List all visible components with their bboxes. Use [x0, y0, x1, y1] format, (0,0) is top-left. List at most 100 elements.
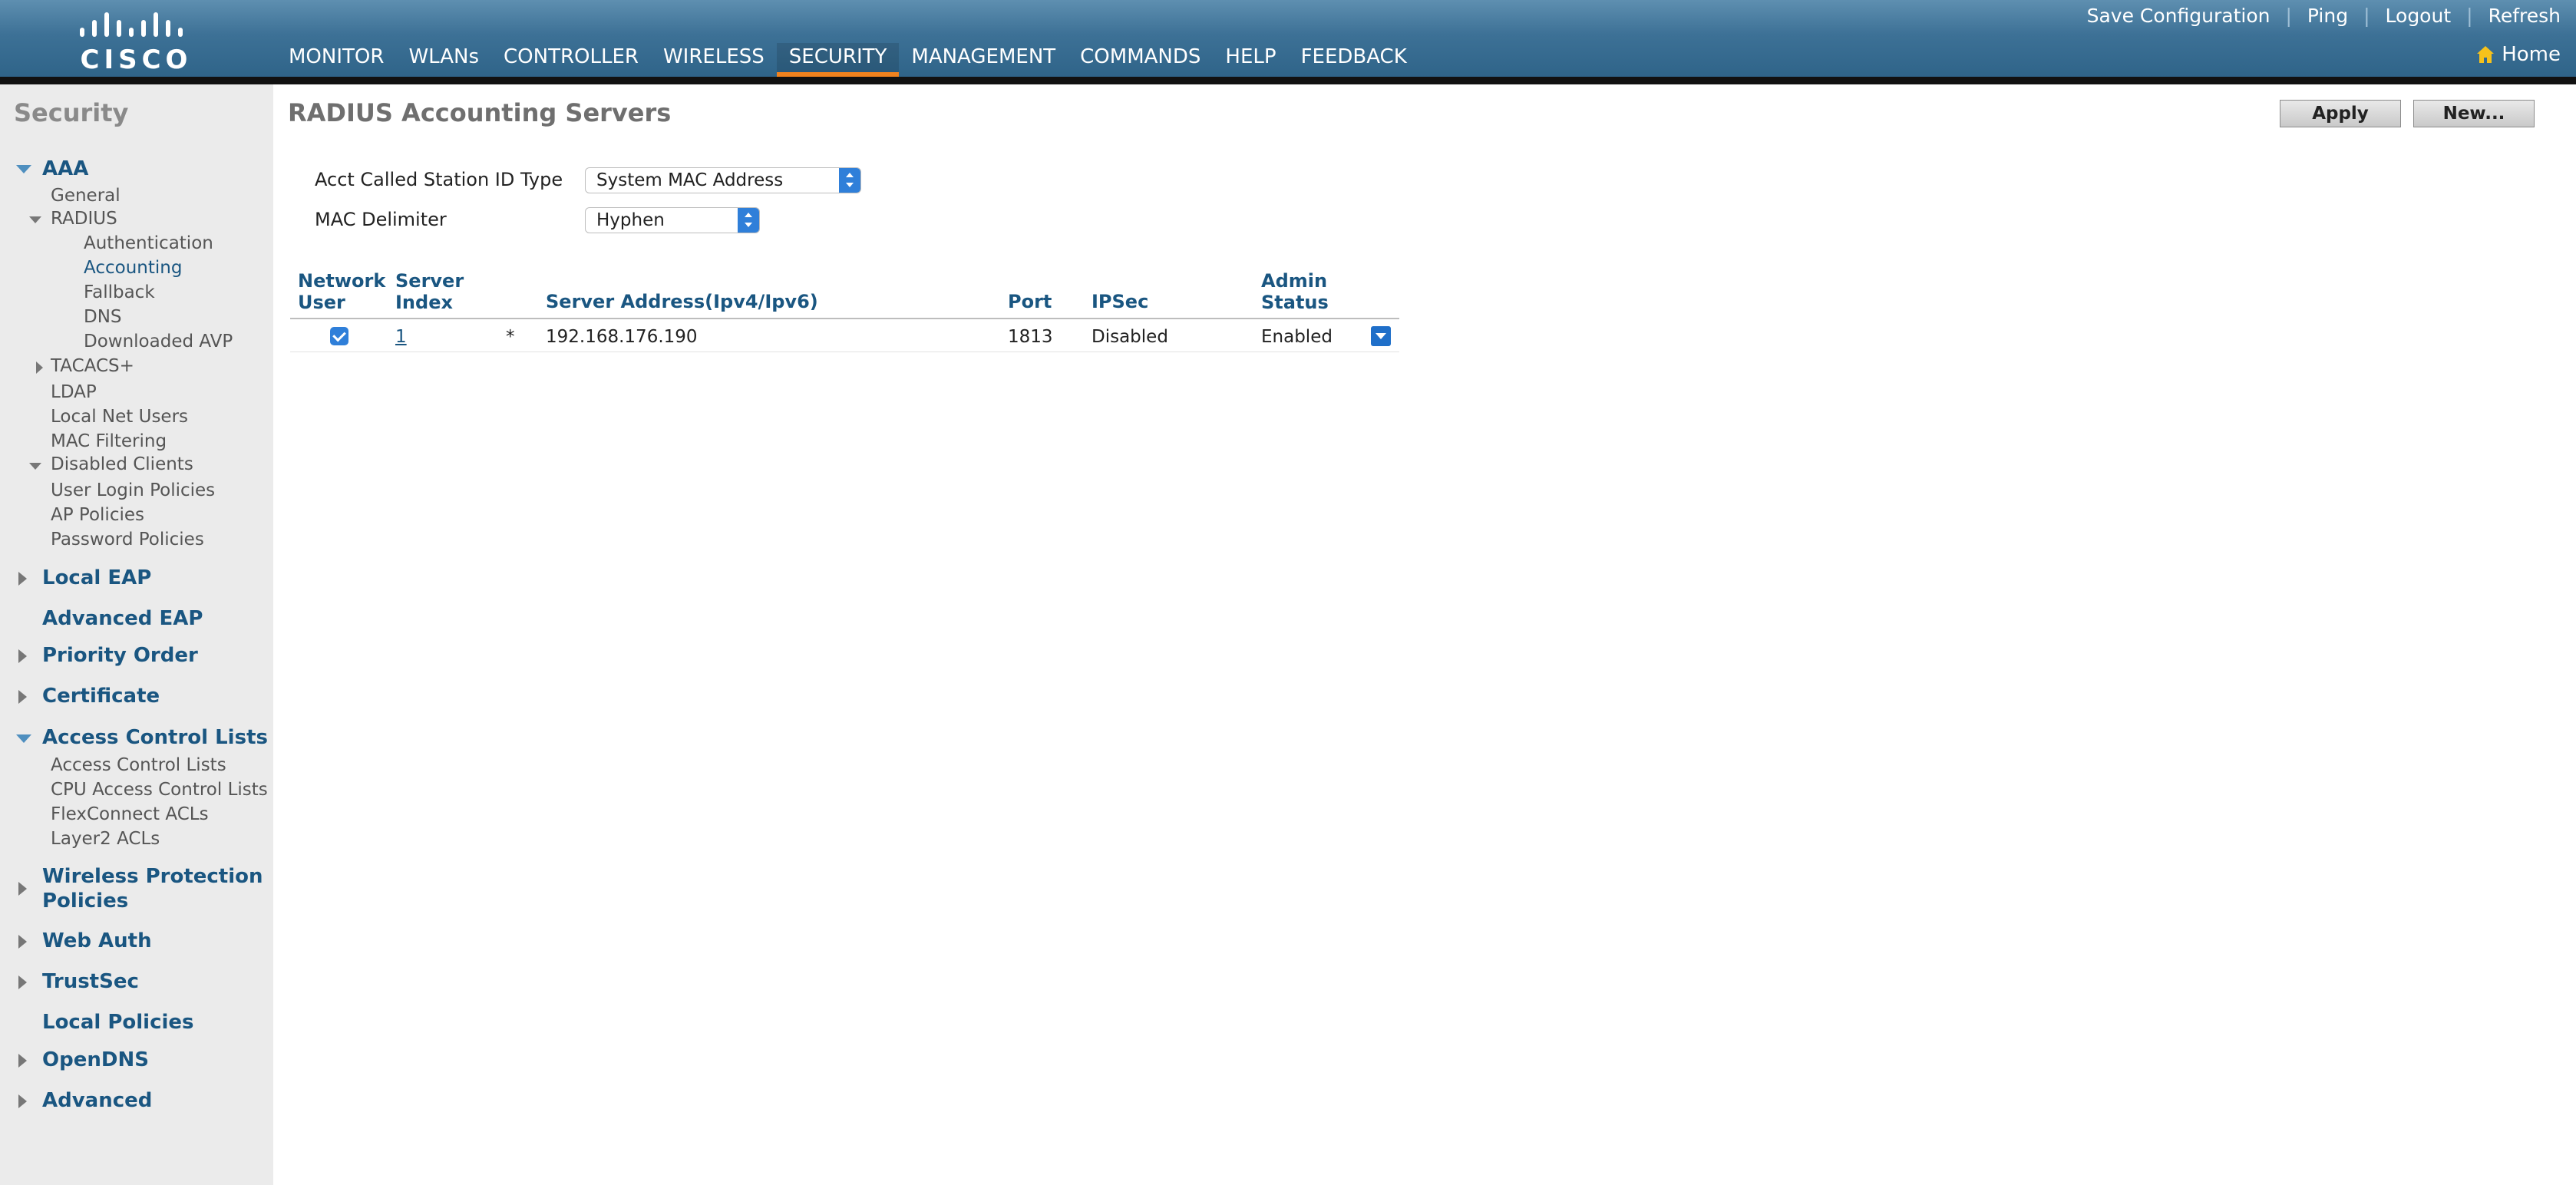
sidebar-item-local-policies[interactable]: Local Policies — [42, 1010, 194, 1035]
sidebar-item-disabled-clients[interactable]: Disabled Clients — [51, 453, 193, 476]
sidebar-item-mac-filtering[interactable]: MAC Filtering — [51, 430, 167, 453]
sidebar-item-ap-policies[interactable]: AP Policies — [51, 503, 144, 526]
expanded-arrow-icon[interactable] — [16, 734, 31, 743]
sidebar-item-password-policies[interactable]: Password Policies — [51, 528, 204, 551]
col-admin-status: Admin Status — [1261, 270, 1329, 313]
expanded-arrow-icon[interactable] — [29, 463, 41, 470]
mac-delimiter-label: MAC Delimiter — [315, 209, 447, 230]
sidebar-item-opendns[interactable]: OpenDNS — [42, 1048, 149, 1072]
col-port: Port — [1008, 291, 1052, 312]
sidebar-item-wireless-protection-policies[interactable]: Wireless Protection Policies — [42, 864, 263, 913]
nav-wireless[interactable]: WIRELESS — [651, 43, 777, 77]
nav-help[interactable]: HELP — [1213, 43, 1288, 77]
server-address-value: 192.168.176.190 — [546, 327, 698, 347]
col-admin-status-line2: Status — [1261, 292, 1329, 313]
collapsed-arrow-icon[interactable] — [18, 975, 27, 989]
sidebar-item-advanced-eap[interactable]: Advanced EAP — [42, 606, 203, 631]
sidebar-item-accounting[interactable]: Accounting — [84, 256, 182, 279]
nav-label: WLANs — [408, 45, 480, 68]
sidebar-item-cpu-acl[interactable]: CPU Access Control Lists — [51, 778, 268, 801]
home-link[interactable]: Home — [2475, 43, 2561, 66]
sidebar-item-flexconnect-acls[interactable]: FlexConnect ACLs — [51, 803, 209, 826]
expanded-arrow-icon[interactable] — [29, 216, 41, 223]
home-icon — [2477, 46, 2495, 63]
nav-label: MONITOR — [289, 45, 385, 68]
sidebar-item-advanced[interactable]: Advanced — [42, 1088, 152, 1113]
acct-called-station-select[interactable]: System MAC Address — [585, 167, 861, 193]
collapsed-arrow-icon[interactable] — [18, 690, 27, 704]
sidebar-item-certificate[interactable]: Certificate — [42, 684, 160, 708]
select-arrows-icon — [839, 168, 860, 193]
server-index-link[interactable]: 1 — [395, 325, 407, 348]
col-server-index-line2: Index — [395, 292, 453, 313]
nav-wlans[interactable]: WLANs — [396, 43, 491, 77]
logo-wordmark: CISCO — [80, 45, 193, 75]
sidebar-item-web-auth[interactable]: Web Auth — [42, 929, 152, 953]
sidebar-item-ldap[interactable]: LDAP — [51, 381, 97, 404]
network-user-checkbox[interactable] — [330, 327, 348, 345]
table-header-divider — [290, 318, 1399, 319]
col-server-index: Server Index — [395, 270, 464, 313]
cisco-logo: CISCO — [77, 8, 196, 75]
collapsed-arrow-icon[interactable] — [18, 1054, 27, 1068]
link-separator: | — [2285, 5, 2292, 27]
expanded-arrow-icon[interactable] — [16, 165, 31, 173]
mac-delimiter-select[interactable]: Hyphen — [585, 207, 760, 233]
sidebar-item-fallback[interactable]: Fallback — [84, 281, 155, 304]
nav-controller[interactable]: CONTROLLER — [491, 43, 651, 77]
sidebar-item-authentication[interactable]: Authentication — [84, 232, 213, 255]
sidebar-item-dns[interactable]: DNS — [84, 305, 122, 328]
sidebar-item-tacacs[interactable]: TACACS+ — [51, 355, 134, 378]
collapsed-arrow-icon[interactable] — [18, 935, 27, 949]
sidebar-item-general[interactable]: General — [51, 184, 121, 207]
nav-label: FEEDBACK — [1300, 45, 1407, 68]
refresh-link[interactable]: Refresh — [2488, 5, 2561, 27]
nav-label: WIRELESS — [662, 45, 765, 68]
ipsec-value: Disabled — [1091, 327, 1168, 347]
col-server-address: Server Address(Ipv4/Ipv6) — [546, 291, 818, 312]
col-admin-status-line1: Admin — [1261, 270, 1328, 292]
wpp-line-2: Policies — [42, 890, 129, 913]
collapsed-arrow-icon[interactable] — [18, 1094, 27, 1108]
sidebar-item-radius[interactable]: RADIUS — [51, 207, 117, 230]
server-marker: * — [506, 327, 515, 347]
row-action-dropdown-icon[interactable] — [1371, 326, 1391, 346]
nav-monitor[interactable]: MONITOR — [276, 43, 396, 77]
port-value: 1813 — [1008, 327, 1053, 347]
col-network-user-line1: Network — [298, 270, 386, 292]
sidebar-item-local-eap[interactable]: Local EAP — [42, 566, 151, 590]
sidebar-item-priority-order[interactable]: Priority Order — [42, 643, 198, 668]
nav-label: HELP — [1225, 45, 1276, 68]
col-network-user-line2: User — [298, 292, 345, 313]
col-ipsec: IPSec — [1091, 291, 1149, 312]
collapsed-arrow-icon[interactable] — [18, 882, 27, 896]
nav-security[interactable]: SECURITY — [776, 43, 900, 77]
sidebar-item-aaa[interactable]: AAA — [42, 157, 88, 181]
logout-link[interactable]: Logout — [2386, 5, 2452, 27]
ping-link[interactable]: Ping — [2307, 5, 2348, 27]
sidebar-item-trustsec[interactable]: TrustSec — [42, 969, 139, 994]
col-network-user: Network User — [298, 270, 385, 313]
sidebar-item-layer2-acls[interactable]: Layer2 ACLs — [51, 827, 160, 850]
nav-management[interactable]: MANAGEMENT — [899, 43, 1068, 77]
nav-feedback[interactable]: FEEDBACK — [1289, 43, 1419, 77]
collapsed-arrow-icon[interactable] — [36, 361, 43, 374]
nav-label: COMMANDS — [1080, 45, 1201, 68]
collapsed-arrow-icon[interactable] — [18, 649, 27, 663]
apply-button[interactable]: Apply — [2280, 100, 2401, 127]
link-separator: | — [2363, 5, 2370, 27]
header-links: Save Configuration | Ping | Logout | Ref… — [2087, 5, 2561, 27]
sidebar-item-downloaded-avp[interactable]: Downloaded AVP — [84, 330, 233, 353]
nav-commands[interactable]: COMMANDS — [1068, 43, 1213, 77]
save-configuration-link[interactable]: Save Configuration — [2087, 5, 2271, 27]
home-label: Home — [2502, 43, 2561, 66]
sidebar-item-access-control-lists[interactable]: Access Control Lists — [42, 725, 268, 750]
acct-called-station-value: System MAC Address — [596, 170, 784, 190]
sidebar-item-local-net-users[interactable]: Local Net Users — [51, 405, 188, 428]
admin-status-value: Enabled — [1261, 327, 1333, 347]
new-button[interactable]: New... — [2413, 100, 2535, 127]
top-header: CISCO MONITOR WLANs CONTROLLER WIRELESS … — [0, 0, 2576, 84]
sidebar-item-acl-sub[interactable]: Access Control Lists — [51, 754, 226, 777]
sidebar-item-user-login-policies[interactable]: User Login Policies — [51, 479, 215, 502]
collapsed-arrow-icon[interactable] — [18, 572, 27, 586]
